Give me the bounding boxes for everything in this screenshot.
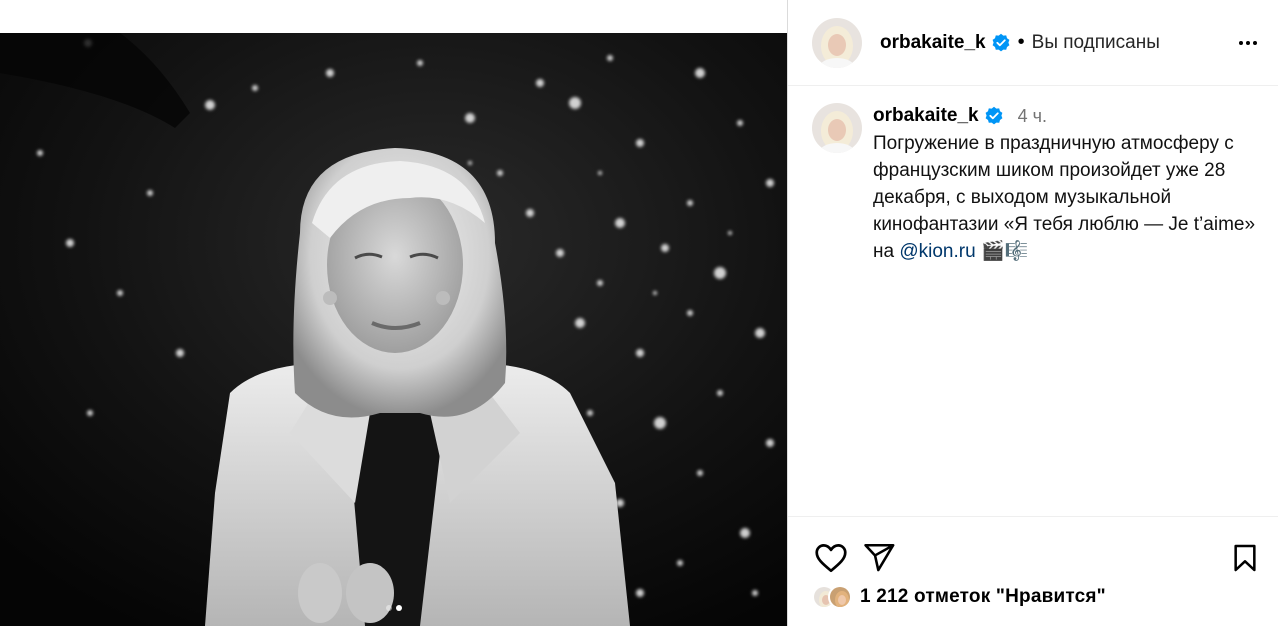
carousel-dot-active[interactable] xyxy=(395,605,402,611)
paper-plane-icon xyxy=(864,543,895,572)
post-photo[interactable] xyxy=(0,33,787,626)
caption-text: Погружение в праздничную атмосферу с фра… xyxy=(873,130,1262,265)
caption-header: orbakaite_k 4 ч. xyxy=(873,103,1262,129)
author-username[interactable]: orbakaite_k xyxy=(880,32,986,54)
verified-badge-icon xyxy=(985,106,1003,125)
action-buttons xyxy=(788,517,1278,577)
author-avatar[interactable] xyxy=(812,17,862,68)
likes-summary[interactable]: 1 212 отметок "Нравится" xyxy=(788,577,1278,609)
carousel-dot[interactable] xyxy=(385,605,392,611)
avatar-image xyxy=(812,17,862,68)
verified-badge-icon xyxy=(992,33,1010,51)
header-separator: • xyxy=(1017,31,1025,53)
liker-avatar xyxy=(828,585,852,609)
photo-illustration xyxy=(0,33,787,626)
carousel-indicator xyxy=(385,605,402,611)
avatar-image xyxy=(812,103,862,153)
more-options-icon xyxy=(1239,40,1257,45)
like-button[interactable] xyxy=(812,539,850,577)
save-button[interactable] xyxy=(1226,539,1264,577)
more-options-button[interactable] xyxy=(1234,29,1262,57)
post-side-panel: orbakaite_k • Вы подписаны orbakaite_k 4… xyxy=(787,0,1278,626)
share-button[interactable] xyxy=(860,539,898,577)
caption-mention-link[interactable]: @kion.ru xyxy=(899,241,975,262)
post-timestamp[interactable]: 4 ч. xyxy=(1018,104,1047,128)
post-caption: orbakaite_k 4 ч. Погружение в праздничну… xyxy=(812,103,1262,265)
post-media-area xyxy=(0,0,787,626)
post-actions-section: 1 212 отметок "Нравится" xyxy=(788,516,1278,626)
caption-emoji: 🎬🎼 xyxy=(980,241,1029,262)
following-status-button[interactable]: Вы подписаны xyxy=(1032,32,1160,54)
avatar-image xyxy=(830,587,850,607)
post-header: orbakaite_k • Вы подписаны xyxy=(788,0,1278,86)
liker-avatars xyxy=(812,585,852,609)
bookmark-icon xyxy=(1234,544,1256,572)
caption-username[interactable]: orbakaite_k xyxy=(873,104,979,128)
likes-count[interactable]: 1 212 отметок "Нравится" xyxy=(860,586,1106,608)
caption-author-avatar[interactable] xyxy=(812,103,862,153)
heart-icon xyxy=(815,544,847,573)
